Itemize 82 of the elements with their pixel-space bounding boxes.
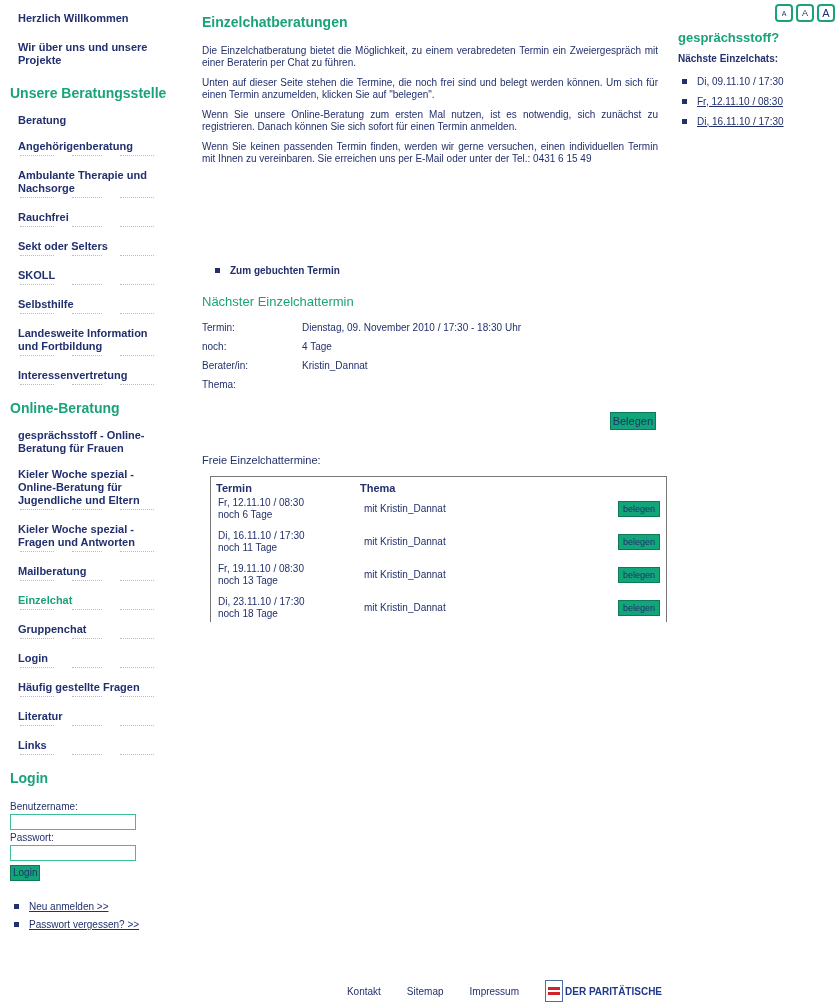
book-button[interactable]: belegen (618, 566, 660, 583)
nav-link[interactable]: Kieler Woche spezial - Online-Beratung für Jugendliche und Eltern (18, 468, 168, 507)
login-heading: Login (10, 769, 50, 788)
section-heading: Unsere Beratungsstelle (10, 84, 168, 103)
nav-link[interactable]: gesprächsstoff - Online-Beratung für Frauen (18, 429, 168, 455)
field-label: Benutzername: (10, 800, 79, 814)
table-cell-text: noch 18 Tage (218, 607, 279, 620)
field-label: Passwort: (10, 831, 55, 845)
chat-date-link[interactable]: Fr, 12.11.10 / 08:30 (697, 93, 783, 109)
nav-link[interactable]: Häufig gestellte Fragen (18, 681, 168, 694)
nav-link[interactable]: Literatur (18, 710, 168, 723)
bullet-icon (14, 904, 19, 909)
bullet-icon (682, 78, 687, 84)
table-cell-text: Di, 16.11.10 / 17:30 (218, 529, 306, 542)
login-button[interactable]: Login (10, 865, 41, 881)
table-cell-text: Fr, 12.11.10 / 08:30 (218, 496, 305, 509)
chat-date-link[interactable]: Di, 09.11.10 / 17:30 (697, 73, 784, 89)
detail-value: Dienstag, 09. November 2010 / 17:30 - 18:30 Uhr (302, 320, 522, 335)
book-button[interactable]: belegen (618, 533, 660, 550)
table-cell-text: Fr, 19.11.10 / 08:30 (218, 562, 305, 575)
nav-link[interactable]: Kieler Woche spezial - Fragen und Antworten (18, 523, 168, 549)
footer-link[interactable]: Sitemap (406, 983, 444, 999)
nav-link[interactable]: Herzlich Willkommen (18, 12, 168, 25)
nav-link[interactable]: Wir über uns und unsere Projekte (18, 41, 168, 67)
nav-link[interactable]: Beratung (18, 114, 168, 127)
section-label: Freie Einzelchattermine: (202, 452, 322, 468)
detail-label: Termin: (202, 320, 236, 335)
footer-link[interactable]: Kontakt (346, 983, 381, 999)
font-size-button[interactable]: A (817, 4, 835, 22)
bullet-icon (682, 118, 687, 124)
table-cell-text: Di, 23.11.10 / 17:30 (218, 595, 306, 608)
nav-link[interactable]: Angehörigenberatung (18, 140, 168, 153)
nav-link[interactable]: Selbsthilfe (18, 298, 168, 311)
nav-link[interactable]: Ambulante Therapie und Nachsorge (18, 169, 168, 195)
paragraph: Wenn Sie unsere Online-Beratung zum ersten Mal nutzen, ist es notwendig, sich zunächst zu registrieren. Danach können Sie sich sofort für einen Termin anmelden. (202, 109, 658, 133)
logo-text: DER PARITÄTISCHE (565, 984, 663, 999)
paragraph: Wenn Sie keinen passenden Termin finden, werden wir gerne versuchen, einen individuellen Termin mit Ihnen zu vereinbaren. Sie erreichen uns per E-Mail oder unter der Tel.: 0431 6 15 49 (202, 141, 658, 165)
table-cell-text: noch 11 Tage (218, 541, 279, 554)
nav-link[interactable]: Links (18, 739, 168, 752)
bullet-icon (215, 268, 220, 273)
bullet-icon (682, 98, 687, 104)
text-link[interactable]: Neu anmelden >> (29, 899, 109, 914)
booked-appointment-link[interactable]: Zum gebuchten Termin (230, 263, 340, 278)
table-cell-text: mit Kristin_Dannat (364, 601, 447, 614)
column-header: Thema (360, 481, 396, 496)
text-link[interactable]: Passwort vergessen? >> (29, 917, 140, 932)
username-field[interactable] (10, 814, 136, 830)
bullet-icon (14, 922, 19, 927)
sidebar-subtitle: Nächste Einzelchats: (678, 51, 780, 66)
table-cell-text: mit Kristin_Dannat (364, 535, 447, 548)
section-heading: Nächster Einzelchattermin (202, 293, 355, 311)
footer-link[interactable]: Impressum (469, 983, 519, 999)
detail-value: Kristin_Dannat (302, 358, 368, 373)
section-heading: Online-Beratung (10, 399, 121, 418)
password-field[interactable] (10, 845, 136, 861)
page-title: Einzelchatberatungen (202, 13, 349, 32)
sidebar-title: gesprächsstoff? (678, 29, 781, 47)
paragraph: Unten auf dieser Seite stehen die Termine, die noch frei sind und belegt werden können. Um sich für einen Termin anzumelden, klicken Sie auf "belegen". (202, 77, 658, 101)
book-button[interactable]: Belegen (609, 411, 656, 430)
book-button[interactable]: belegen (618, 599, 660, 616)
font-size-button[interactable]: A (796, 4, 814, 22)
column-header: Termin (216, 481, 253, 496)
nav-link[interactable]: Mailberatung (18, 565, 168, 578)
nav-link[interactable]: Sekt oder Selters (18, 240, 168, 253)
nav-link[interactable]: SKOLL (18, 269, 168, 282)
nav-link[interactable]: Gruppenchat (18, 623, 168, 636)
table-cell-text: mit Kristin_Dannat (364, 568, 447, 581)
nav-link[interactable]: Rauchfrei (18, 211, 168, 224)
table-cell-text: mit Kristin_Dannat (364, 502, 447, 515)
book-button[interactable]: belegen (618, 500, 660, 517)
chat-date-link[interactable]: Di, 16.11.10 / 17:30 (697, 113, 784, 129)
nav-link[interactable]: Landesweite Information und Fortbildung (18, 327, 168, 353)
detail-value: 4 Tage (302, 339, 332, 354)
paragraph: Die Einzelchatberatung bietet die Möglichkeit, zu einem verabredeten Termin ein Zweiergespräch mit einer Beraterin per Chat zu führen. (202, 45, 658, 69)
detail-label: Berater/in: (202, 358, 250, 373)
table-cell-text: noch 13 Tage (218, 574, 279, 587)
table-cell-text: noch 6 Tage (218, 508, 274, 521)
detail-label: Thema: (202, 377, 237, 392)
nav-link[interactable]: Interessenvertretung (18, 369, 168, 382)
nav-link[interactable]: Login (18, 652, 168, 665)
detail-label: noch: (202, 339, 228, 354)
logo-icon (545, 980, 563, 1002)
